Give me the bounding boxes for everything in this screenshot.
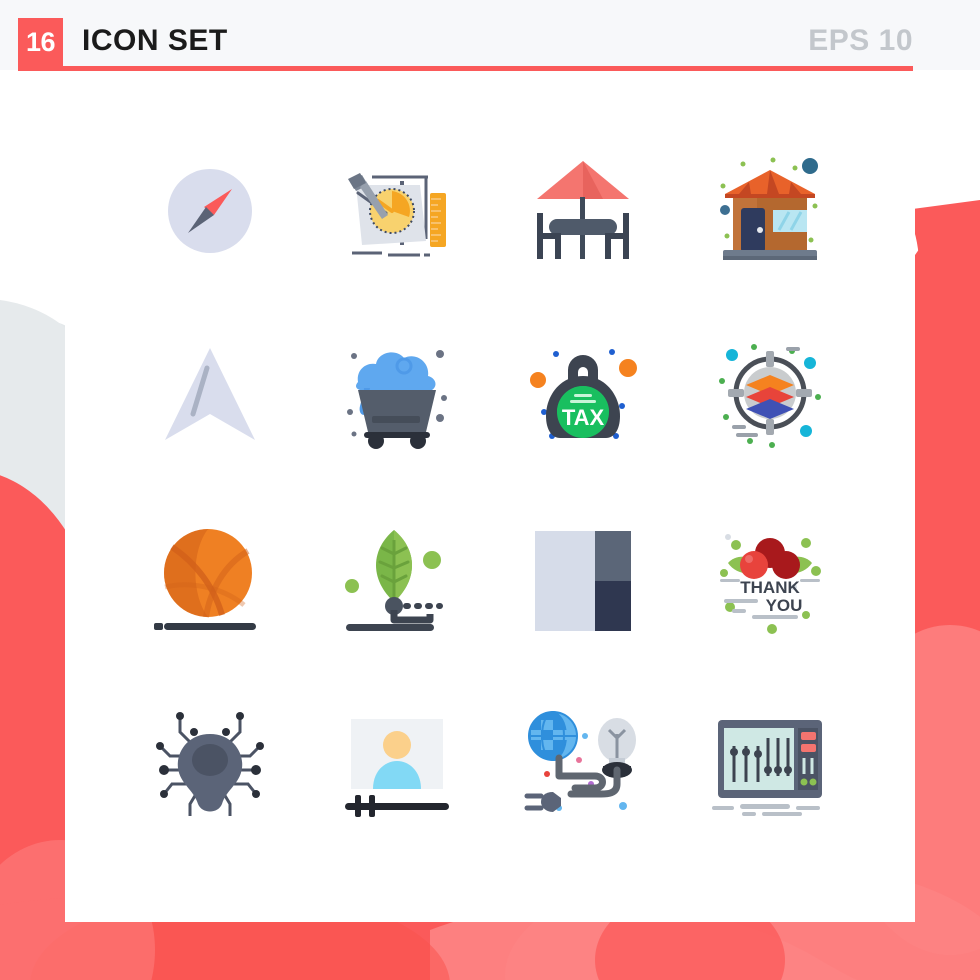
spider-bug-icon [156, 711, 265, 816]
user-profile-card-icon [344, 718, 449, 817]
design-sketch-icon [347, 172, 446, 256]
target-layers-icon [718, 343, 821, 448]
icon-cell-eco-leaf-circuit[interactable] [304, 488, 491, 673]
thank-you-card-icon: THANK YOU [719, 533, 821, 634]
navigation-arrow-icon [165, 347, 256, 440]
icon-cell-mixer-console[interactable] [677, 673, 864, 858]
icon-cell-design-sketch[interactable] [304, 118, 491, 303]
icon-cell-layout-panels[interactable] [490, 488, 677, 673]
icon-cell-basketball[interactable] [117, 488, 304, 673]
icon-cell-user-profile-card[interactable] [304, 673, 491, 858]
icon-cell-spider-bug[interactable] [117, 673, 304, 858]
mining-cart-icon [346, 349, 447, 449]
shop-store-icon [719, 157, 818, 260]
layout-panels-icon [535, 530, 632, 631]
poster-header: 16 ICON SET EPS 10 [0, 0, 980, 72]
outdoor-table-icon [537, 160, 630, 259]
compass-icon [168, 168, 253, 253]
basketball-icon [154, 528, 257, 630]
thank-label: THANK [740, 578, 800, 597]
eps-version-label: EPS 10 [808, 24, 913, 57]
you-label: YOU [765, 596, 802, 615]
icon-cell-tax-weight[interactable]: TAX [490, 303, 677, 488]
header-rule [18, 66, 913, 71]
icon-cell-compass[interactable] [117, 118, 304, 303]
icon-grid: TAX THANK YOU [117, 118, 863, 858]
icon-count-badge: 16 [18, 18, 63, 66]
global-energy-icon [524, 710, 637, 812]
tax-label: TAX [562, 405, 605, 430]
icon-cell-thank-you-card[interactable]: THANK YOU [677, 488, 864, 673]
mixer-console-icon [711, 719, 822, 816]
icon-cell-outdoor-table[interactable] [490, 118, 677, 303]
icon-cell-global-energy[interactable] [490, 673, 677, 858]
icon-cell-target-layers[interactable] [677, 303, 864, 488]
poster-canvas: 16 ICON SET EPS 10 TAX THANK YOU [0, 0, 980, 980]
icon-cell-navigation-arrow[interactable] [117, 303, 304, 488]
page-title: ICON SET [82, 24, 228, 57]
tax-weight-icon: TAX [530, 348, 638, 439]
icon-cell-mining-cart[interactable] [304, 303, 491, 488]
icon-cell-shop-store[interactable] [677, 118, 864, 303]
eco-leaf-circuit-icon [344, 529, 443, 631]
